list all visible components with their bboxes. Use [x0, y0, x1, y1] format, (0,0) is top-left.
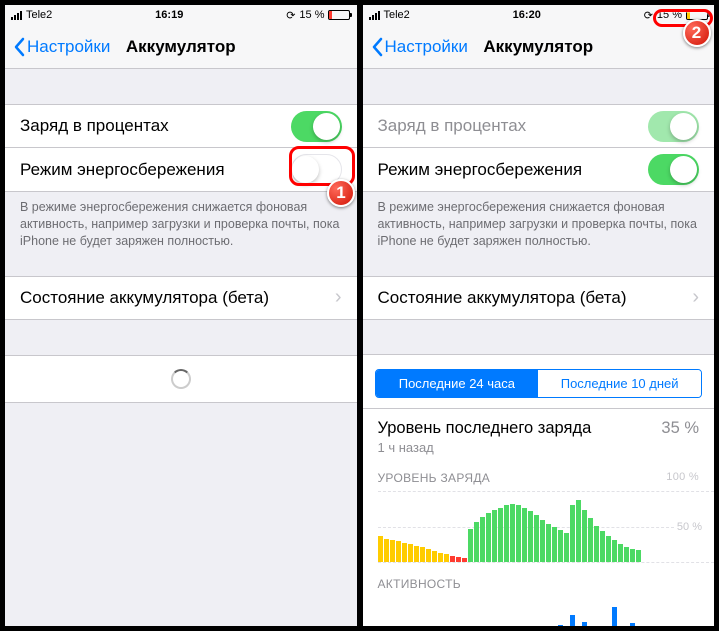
status-bar: Tele2 16:19 ⟳ 15 % — [5, 5, 357, 25]
row-battery-percentage: Заряд в процентах — [363, 104, 715, 148]
page-title: Аккумулятор — [126, 37, 236, 57]
row-battery-health[interactable]: Состояние аккумулятора (бета) › — [5, 276, 357, 320]
toggle-battery-percentage[interactable] — [291, 111, 342, 142]
row-label: Заряд в процентах — [20, 116, 169, 136]
row-label: Заряд в процентах — [378, 116, 527, 136]
loading-row — [5, 355, 357, 403]
page-title: Аккумулятор — [483, 37, 593, 57]
back-button[interactable]: Настройки — [13, 37, 110, 57]
back-button[interactable]: Настройки — [371, 37, 468, 57]
carrier-label: Tele2 — [384, 9, 410, 21]
chevron-right-icon: › — [335, 286, 342, 309]
nav-bar: Настройки Аккумулятор — [363, 25, 715, 69]
segmented-control: Последние 24 часа Последние 10 дней — [375, 369, 703, 398]
signal-icon — [369, 11, 380, 20]
carrier-label: Tele2 — [26, 9, 52, 21]
orientation-lock-icon: ⟳ — [286, 9, 295, 22]
annotation-badge: 2 — [683, 19, 711, 47]
segment-10d[interactable]: Последние 10 дней — [538, 370, 701, 397]
row-low-power-mode: Режим энергосбережения — [363, 148, 715, 192]
chart-max: 100 % — [666, 471, 699, 485]
footer-text: В режиме энергосбережения снижается фоно… — [5, 192, 357, 258]
clock: 16:20 — [513, 9, 541, 21]
back-label: Настройки — [27, 37, 110, 57]
row-battery-health[interactable]: Состояние аккумулятора (бета) › — [363, 276, 715, 320]
chart-title: УРОВЕНЬ ЗАРЯДА — [378, 471, 491, 485]
back-label: Настройки — [385, 37, 468, 57]
chevron-left-icon — [371, 37, 383, 57]
phone-left: Tele2 16:19 ⟳ 15 % Настройки Аккумулятор… — [4, 4, 358, 627]
row-label: Состояние аккумулятора (бета) — [378, 288, 627, 308]
nav-bar: Настройки Аккумулятор — [5, 25, 357, 69]
chevron-right-icon: › — [692, 286, 699, 309]
toggle-battery-percentage[interactable] — [648, 111, 699, 142]
last-charge-block: Уровень последнего заряда 35 % 1 ч назад — [363, 408, 715, 461]
row-label: Состояние аккумулятора (бета) — [20, 288, 269, 308]
annotation-badge: 1 — [327, 179, 355, 207]
chart-mid: 50 % — [677, 521, 702, 533]
spinner-icon — [171, 369, 191, 389]
footer-text: В режиме энергосбережения снижается фоно… — [363, 192, 715, 258]
activity-chart: АКТИВНОСТЬ — [363, 563, 715, 626]
clock: 16:19 — [155, 9, 183, 21]
battery-percent: 15 % — [299, 9, 324, 21]
last-charge-title: Уровень последнего заряда — [378, 419, 592, 438]
signal-icon — [11, 11, 22, 20]
chevron-left-icon — [13, 37, 25, 57]
charge-level-chart: УРОВЕНЬ ЗАРЯДА 100 % 50 % — [363, 461, 715, 563]
chart-title: АКТИВНОСТЬ — [378, 577, 461, 591]
toggle-low-power-mode[interactable] — [648, 154, 699, 185]
battery-icon — [328, 10, 350, 20]
row-low-power-mode: Режим энергосбережения — [5, 148, 357, 192]
last-charge-percent: 35 % — [661, 419, 699, 438]
orientation-lock-icon: ⟳ — [644, 9, 653, 22]
segment-24h[interactable]: Последние 24 часа — [376, 370, 539, 397]
battery-percent: 15 % — [657, 9, 682, 21]
phone-right: Tele2 16:20 ⟳ 15 % Настройки Аккумулятор… — [362, 4, 716, 627]
row-label: Режим энергосбережения — [378, 160, 583, 180]
row-label: Режим энергосбережения — [20, 160, 225, 180]
row-battery-percentage: Заряд в процентах — [5, 104, 357, 148]
status-bar: Tele2 16:20 ⟳ 15 % — [363, 5, 715, 25]
last-charge-time: 1 ч назад — [378, 440, 700, 455]
